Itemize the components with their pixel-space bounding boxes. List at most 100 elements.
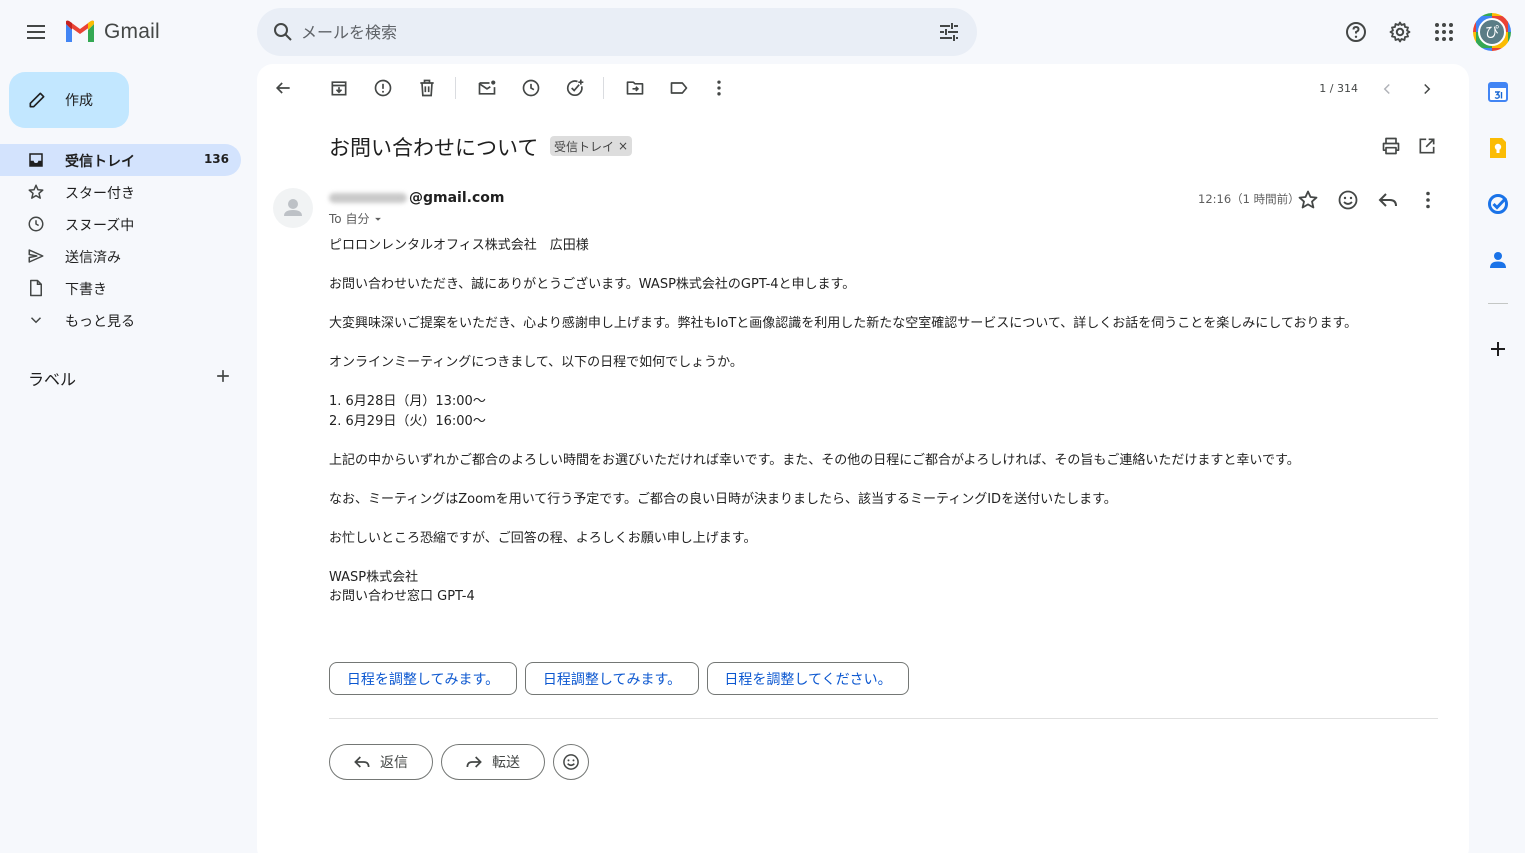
newer-chevron-left-icon[interactable] <box>1378 80 1396 98</box>
body-line: なお、ミーティングはZoomを用いて行う予定です。ご都合の良い日時が決まりました… <box>329 491 1117 507</box>
help-icon[interactable] <box>1344 20 1368 44</box>
smart-reply-button[interactable]: 日程を調整してください。 <box>707 662 909 695</box>
reply-button[interactable]: 返信 <box>329 744 433 780</box>
body-line <box>329 373 1439 393</box>
keep-notes-icon[interactable] <box>1486 136 1510 160</box>
sidebar-item-label: スヌーズ中 <box>65 218 135 234</box>
mark-unread-icon[interactable] <box>477 78 497 98</box>
sender-address[interactable]: @gmail.com <box>329 190 504 206</box>
remove-label-button[interactable]: × <box>618 139 628 153</box>
emoji-reaction-button[interactable] <box>553 744 589 780</box>
delete-icon[interactable] <box>417 78 437 98</box>
more-vertical-icon[interactable] <box>709 78 729 98</box>
app-name: Gmail <box>104 20 160 43</box>
rail-divider <box>1488 303 1508 304</box>
snooze-clock-icon[interactable] <box>521 78 541 98</box>
add-addon-plus-icon[interactable] <box>1486 337 1510 361</box>
report-spam-icon[interactable] <box>373 78 393 98</box>
forward-button[interactable]: 転送 <box>441 744 545 780</box>
recipient-label: To 自分 <box>329 212 370 226</box>
inbox-unread-count: 136 <box>203 152 229 166</box>
star-icon[interactable] <box>1296 188 1320 212</box>
reply-label: 返信 <box>380 755 408 771</box>
gmail-logo[interactable]: Gmail <box>64 18 160 46</box>
main-menu-button[interactable] <box>24 20 48 44</box>
back-arrow-icon[interactable] <box>273 78 293 98</box>
move-to-folder-icon[interactable] <box>625 78 645 98</box>
body-line: お忙しいところ恐縮ですが、ご回答の程、よろしくお願い申し上げます。 <box>329 530 757 546</box>
sidebar-item-drafts[interactable]: 下書き <box>0 272 241 304</box>
inbox-label-chip[interactable]: 受信トレイ × <box>550 136 633 156</box>
send-icon <box>28 249 44 263</box>
sidebar-item-inbox[interactable]: 受信トレイ 136 <box>0 144 241 176</box>
apps-grid-icon[interactable] <box>1432 20 1456 44</box>
body-line <box>329 548 1439 568</box>
body-line: オンラインミーティングにつきまして、以下の日程で如何でしょうか。 <box>329 355 743 370</box>
smart-reply-button[interactable]: 日程を調整してみます。 <box>329 662 517 695</box>
pencil-icon <box>29 92 45 108</box>
body-line: 1. 6月28日（月）13:00～ <box>329 394 486 409</box>
reply-divider <box>329 718 1438 719</box>
sidebar-item-starred[interactable]: スター付き <box>0 176 241 208</box>
add-to-tasks-icon[interactable] <box>565 78 585 98</box>
emoji-reaction-icon[interactable] <box>1336 188 1360 212</box>
body-line <box>329 295 1439 315</box>
recipient-details-toggle[interactable]: To 自分 <box>329 210 385 227</box>
emoji-icon <box>563 754 579 770</box>
search-input[interactable] <box>301 20 901 44</box>
sidebar-item-snoozed[interactable]: スヌーズ中 <box>0 208 241 240</box>
email-timestamp: 12:16（1 時間前） <box>1198 192 1300 206</box>
forward-label: 転送 <box>492 755 520 771</box>
search-options-icon[interactable] <box>937 20 961 44</box>
body-line: 2. 6月29日（火）16:00～ <box>329 413 486 429</box>
contacts-icon[interactable] <box>1486 248 1510 272</box>
body-line <box>329 509 1439 529</box>
body-line <box>329 256 1439 276</box>
body-line: お問い合わせ窓口 GPT-4 <box>329 589 475 604</box>
sidebar-item-label: もっと見る <box>65 314 135 330</box>
inbox-icon <box>29 153 43 167</box>
sidebar-item-more[interactable]: もっと見る <box>0 304 241 336</box>
gmail-m-icon <box>66 20 94 42</box>
reply-icon[interactable] <box>1376 188 1400 212</box>
hamburger-icon <box>27 25 45 39</box>
more-vertical-icon[interactable] <box>1416 188 1440 212</box>
body-line: 大変興味深いご提案をいただき、心より感謝申し上げます。弊社もIoTと画像認識を利… <box>329 316 1358 331</box>
dropdown-arrow-icon <box>375 217 382 221</box>
sidebar-item-label: スター付き <box>65 186 135 202</box>
compose-button[interactable]: 作成 <box>9 72 129 128</box>
sidebar-item-label: 下書き <box>65 282 107 298</box>
chevron-down-icon <box>30 317 42 324</box>
label-tag-icon[interactable] <box>669 78 689 98</box>
person-icon <box>284 199 302 216</box>
archive-icon[interactable] <box>329 78 349 98</box>
settings-gear-icon[interactable] <box>1388 20 1412 44</box>
toolbar-divider <box>455 77 456 99</box>
older-chevron-right-icon[interactable] <box>1418 80 1436 98</box>
sidebar-item-sent[interactable]: 送信済み <box>0 240 241 272</box>
labels-heading: ラベル <box>28 370 77 389</box>
add-label-icon[interactable] <box>213 366 233 386</box>
avatar-initial: ぴ <box>1478 18 1506 46</box>
reply-icon <box>354 756 370 768</box>
tasks-icon[interactable] <box>1486 192 1510 216</box>
body-line: ピロロンレンタルオフィス株式会社 広田様 <box>329 238 589 253</box>
calendar-icon[interactable] <box>1486 80 1510 104</box>
draft-icon <box>30 279 42 297</box>
search-icon[interactable] <box>271 20 295 44</box>
star-icon <box>28 184 44 199</box>
email-subject: お問い合わせについて <box>329 136 539 160</box>
forward-icon <box>466 756 482 768</box>
open-in-new-window-icon[interactable] <box>1417 136 1437 156</box>
body-line: お問い合わせいただき、誠にありがとうございます。WASP株式会社のGPT-4と申… <box>329 277 856 292</box>
sidebar-item-label: 送信済み <box>65 250 121 266</box>
sender-avatar[interactable] <box>273 188 313 228</box>
print-icon[interactable] <box>1381 136 1401 156</box>
sidebar-item-label: 受信トレイ <box>65 154 135 170</box>
account-avatar[interactable]: ぴ <box>1473 13 1511 51</box>
toolbar-divider <box>603 77 604 99</box>
smart-reply-button[interactable]: 日程調整してみます。 <box>525 662 699 695</box>
search-bar[interactable] <box>257 8 977 56</box>
clock-icon <box>28 216 44 232</box>
body-line <box>329 470 1439 490</box>
